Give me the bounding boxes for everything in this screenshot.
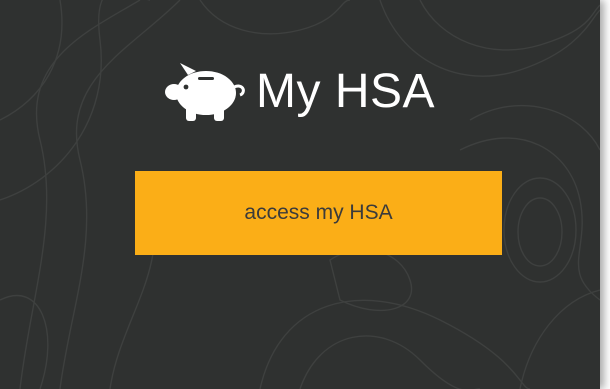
piggy-bank-icon: [165, 63, 245, 121]
hsa-card: My HSA access my HSA: [0, 0, 600, 389]
access-hsa-button[interactable]: access my HSA: [135, 171, 502, 255]
page-title: My HSA: [256, 65, 436, 118]
header: My HSA: [160, 52, 435, 132]
